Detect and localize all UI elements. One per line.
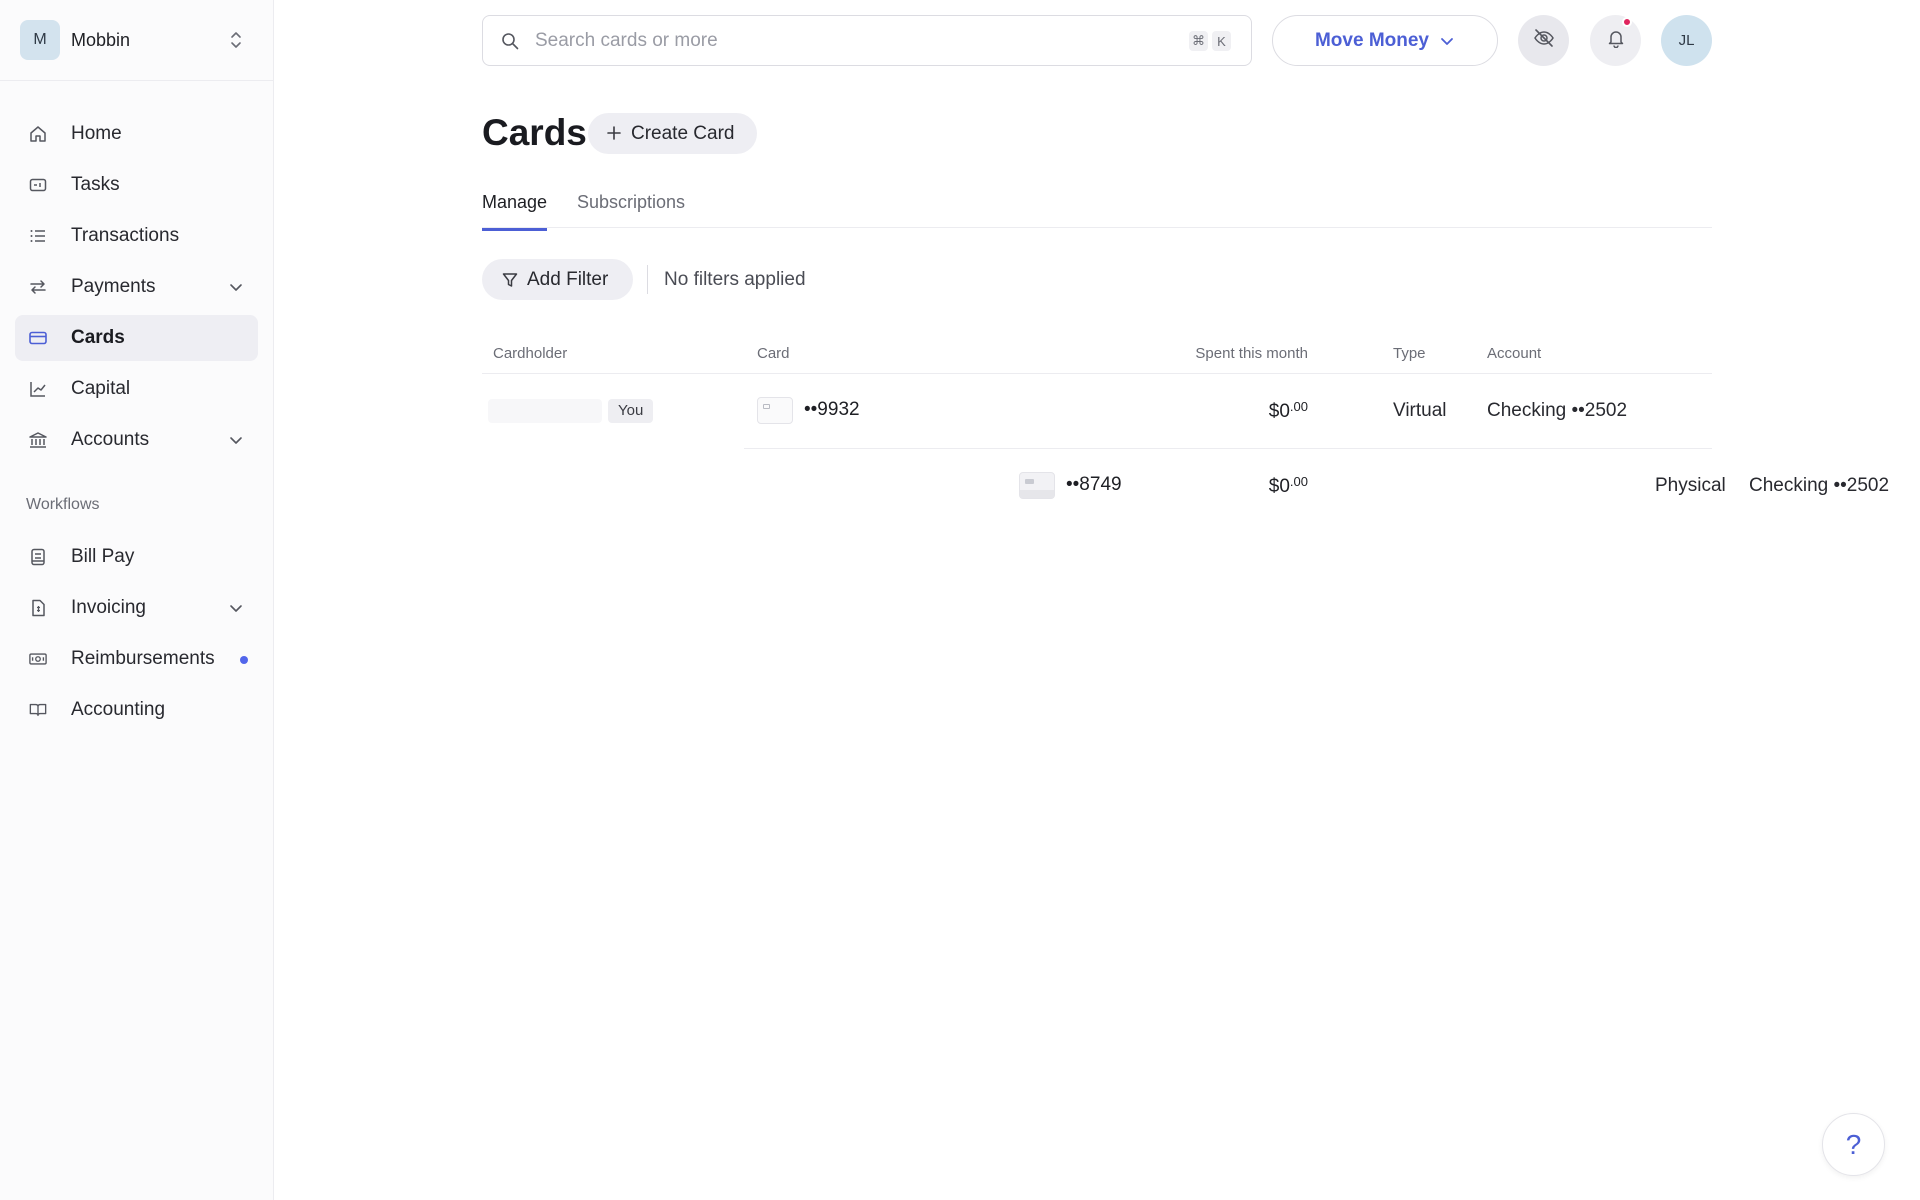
notifications-button[interactable]: [1590, 15, 1641, 66]
sidebar-item-accounting[interactable]: Accounting: [15, 687, 258, 733]
card-account: Checking ••2502: [1487, 400, 1628, 421]
cards-table: Cardholder Card Spent this month Type Ac…: [482, 336, 1889, 522]
chevron-down-icon: [1441, 37, 1453, 45]
sidebar-item-label: Transactions: [71, 225, 180, 246]
tab-subscriptions[interactable]: Subscriptions: [577, 192, 685, 228]
add-filter-label: Add Filter: [527, 268, 609, 290]
search-box[interactable]: ⌘ K: [482, 15, 1252, 66]
notification-dot: [1622, 17, 1632, 27]
card-icon: [29, 329, 47, 347]
card-number: ••9932: [804, 399, 860, 420]
tasks-icon: [29, 176, 47, 194]
reimburse-icon: [29, 650, 47, 668]
org-name: Mobbin: [71, 29, 131, 50]
bank-icon: [29, 431, 47, 449]
create-card-label: Create Card: [631, 122, 735, 144]
bill-icon: [29, 548, 47, 566]
filter-icon: [502, 272, 518, 293]
card-account: Checking ••2502: [1749, 475, 1890, 496]
tab-manage[interactable]: Manage: [482, 192, 548, 231]
virtual-card-icon: [757, 397, 793, 424]
page-title: Cards: [482, 112, 587, 153]
help-button[interactable]: ?: [1822, 1113, 1885, 1176]
table-row[interactable]: You ••9932 $0.00 Virtual Checking ••2502: [482, 374, 1712, 448]
table-row[interactable]: ••8749 $0.00 Physical Checking ••2502: [744, 448, 1889, 522]
search-input[interactable]: [535, 16, 1135, 65]
chevron-down-icon: [228, 600, 244, 621]
tab-bar: Manage Subscriptions: [482, 190, 1712, 231]
search-icon: [501, 32, 519, 55]
list-icon: [29, 227, 47, 245]
chevron-down-icon: [228, 279, 244, 300]
org-avatar: M: [20, 20, 60, 60]
kbd-k: K: [1212, 31, 1231, 51]
sidebar-item-label: Capital: [71, 378, 131, 399]
sidebar-item-label: Accounting: [71, 699, 166, 720]
arrows-icon: [29, 278, 47, 296]
invoice-icon: [29, 599, 47, 617]
sidebar-item-label: Accounts: [71, 429, 150, 450]
notification-dot: [240, 656, 248, 664]
sidebar-item-label: Tasks: [71, 174, 120, 195]
filter-status: No filters applied: [664, 269, 806, 290]
table-header: Cardholder Card Spent this month Type Ac…: [482, 336, 1712, 374]
sidebar-item-reimbursements[interactable]: Reimbursements: [15, 636, 258, 682]
sidebar-item-invoicing[interactable]: Invoicing: [15, 585, 258, 631]
spent-amount: $0.00: [1268, 399, 1308, 422]
sidebar-item-payments[interactable]: Payments: [15, 264, 258, 310]
card-number: ••8749: [1066, 474, 1122, 495]
bell-icon: [1606, 28, 1626, 53]
hide-balances-button[interactable]: [1518, 15, 1569, 66]
spent-amount: $0.00: [1268, 474, 1308, 497]
sidebar-item-bill-pay[interactable]: Bill Pay: [15, 534, 258, 580]
kbd-command: ⌘: [1189, 31, 1208, 51]
chevron-down-icon: [228, 432, 244, 453]
sidebar-item-cards[interactable]: Cards: [15, 315, 258, 361]
card-type: Virtual: [1393, 400, 1447, 421]
sidebar-item-tasks[interactable]: Tasks: [15, 162, 258, 208]
sidebar-item-label: Reimbursements: [71, 648, 215, 669]
plus-icon: [607, 126, 621, 145]
sidebar-item-home[interactable]: Home: [15, 111, 258, 157]
column-header-account[interactable]: Account: [1487, 345, 1541, 362]
move-money-button[interactable]: Move Money: [1272, 15, 1498, 66]
column-header-spent[interactable]: Spent this month: [1195, 345, 1308, 362]
user-avatar[interactable]: JL: [1661, 15, 1712, 66]
cardholder-name-placeholder: [488, 399, 602, 423]
org-switcher[interactable]: M Mobbin: [0, 0, 273, 81]
chevron-up-down-icon: [229, 30, 243, 55]
column-header-card[interactable]: Card: [757, 345, 790, 362]
move-money-label: Move Money: [1314, 29, 1430, 51]
app-root: M Mobbin Home Tasks Transactions Payment…: [0, 0, 1920, 1200]
book-icon: [29, 701, 47, 719]
sidebar-item-label: Invoicing: [71, 597, 146, 618]
divider: [647, 265, 648, 294]
create-card-button[interactable]: Create Card: [588, 113, 757, 154]
sidebar-item-transactions[interactable]: Transactions: [15, 213, 258, 259]
sidebar-item-label: Home: [71, 123, 122, 144]
column-header-cardholder[interactable]: Cardholder: [493, 345, 567, 362]
chart-line-icon: [29, 380, 47, 398]
sidebar-item-capital[interactable]: Capital: [15, 366, 258, 412]
sidebar: M Mobbin Home Tasks Transactions Payment…: [0, 0, 274, 1200]
you-badge: You: [608, 399, 654, 423]
sidebar-item-label: Payments: [71, 276, 156, 297]
card-type: Physical: [1655, 475, 1726, 496]
sidebar-item-accounts[interactable]: Accounts: [15, 417, 258, 463]
home-icon: [29, 125, 47, 143]
sidebar-item-label: Bill Pay: [71, 546, 135, 567]
section-label-workflows: Workflows: [26, 496, 100, 513]
physical-card-icon: [1019, 472, 1055, 499]
add-filter-button[interactable]: Add Filter: [482, 259, 633, 300]
column-header-type[interactable]: Type: [1393, 345, 1426, 362]
eye-off-icon: [1533, 27, 1555, 54]
sidebar-item-label: Cards: [71, 327, 125, 348]
